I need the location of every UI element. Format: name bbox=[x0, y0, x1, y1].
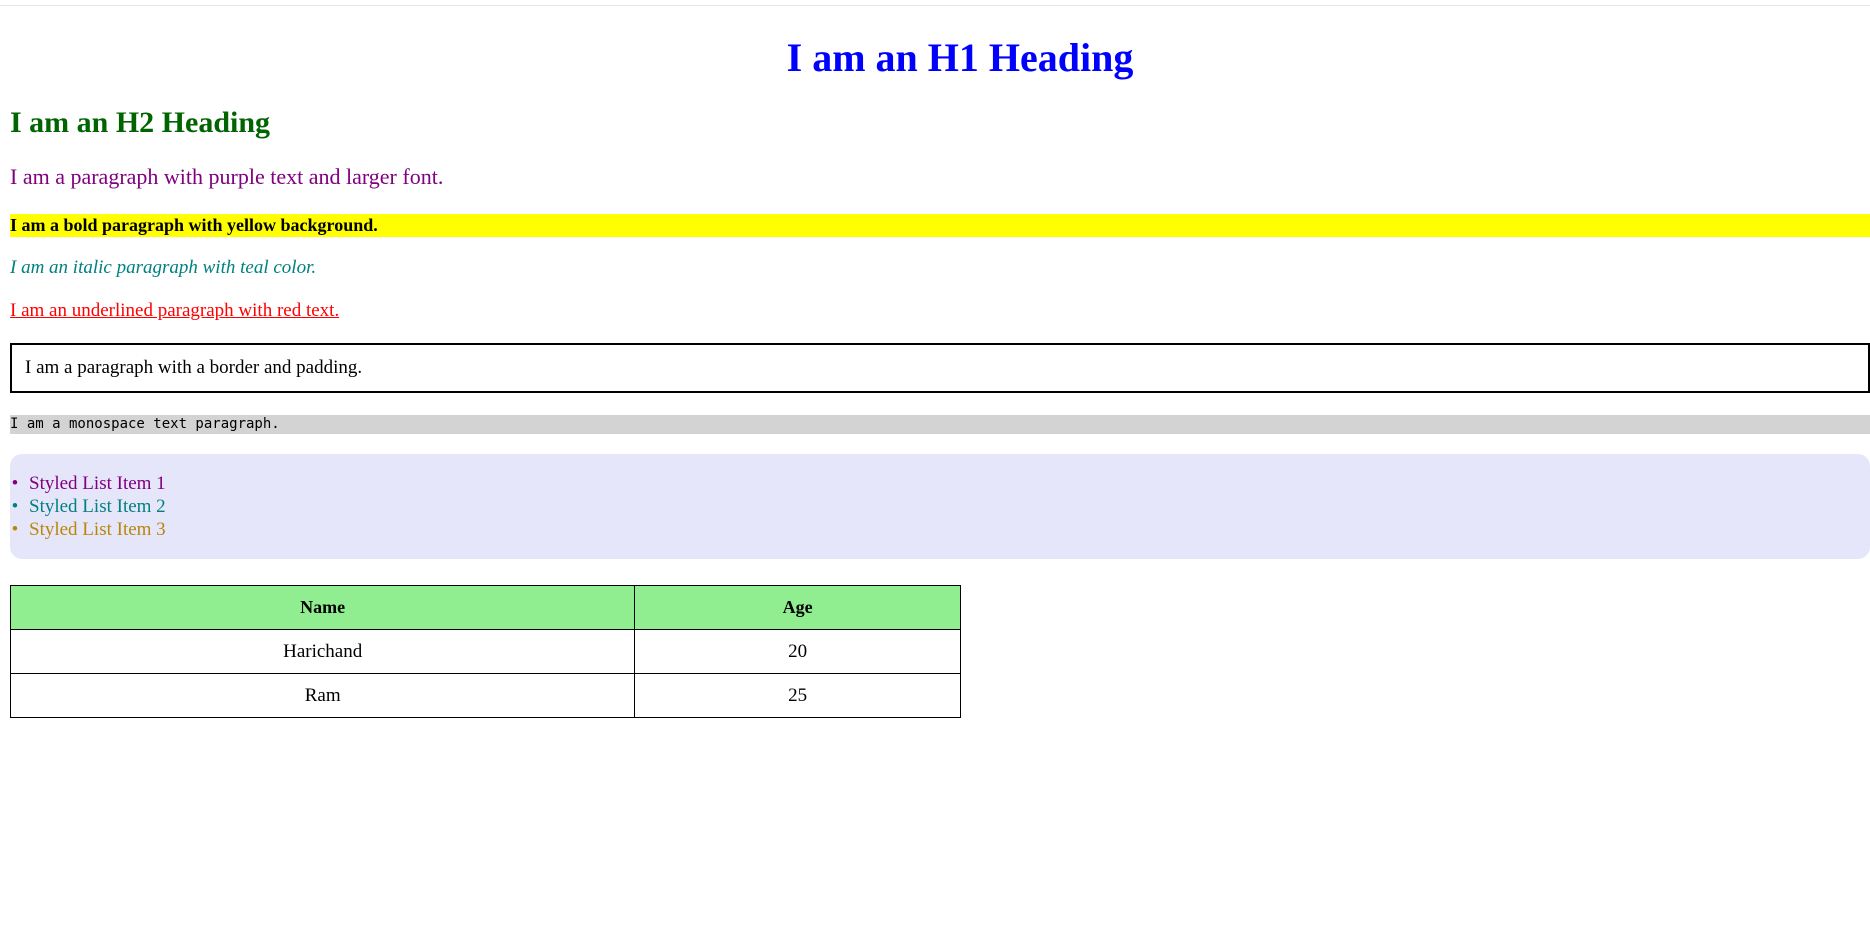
purple-paragraph: I am a paragraph with purple text and la… bbox=[10, 164, 444, 189]
bullet-icon: • bbox=[11, 496, 19, 517]
list-item-label: Styled List Item 1 bbox=[29, 473, 166, 494]
bullet-icon: • bbox=[11, 519, 19, 540]
bold-yellow-paragraph: I am a bold paragraph with yellow backgr… bbox=[10, 214, 1870, 237]
data-table: Name Age Harichand 20 Ram 25 bbox=[9, 585, 961, 718]
monospace-paragraph: I am a monospace text paragraph. bbox=[10, 415, 1870, 434]
bordered-paragraph: I am a paragraph with a border and paddi… bbox=[10, 343, 1870, 393]
column-header-name: Name bbox=[9, 585, 636, 630]
list-item: • Styled List Item 3 bbox=[10, 518, 166, 541]
top-border-line bbox=[0, 5, 1870, 6]
table-header-row: Name Age bbox=[9, 585, 961, 630]
underlined-red-paragraph: I am an underlined paragraph with red te… bbox=[10, 300, 340, 321]
table-cell-age: 25 bbox=[634, 673, 961, 718]
bullet-icon: • bbox=[11, 473, 19, 494]
table-row: Harichand 20 bbox=[9, 629, 961, 674]
h1-heading: I am an H1 Heading bbox=[786, 35, 1134, 80]
h2-heading: I am an H2 Heading bbox=[10, 106, 271, 139]
list-item: • Styled List Item 2 bbox=[10, 495, 166, 518]
styled-list-box: • Styled List Item 1 • Styled List Item … bbox=[10, 454, 1870, 559]
list-item-label: Styled List Item 3 bbox=[29, 519, 166, 540]
table-cell-name: Harichand bbox=[9, 629, 636, 674]
styled-list: • Styled List Item 1 • Styled List Item … bbox=[10, 472, 166, 541]
list-item: • Styled List Item 1 bbox=[10, 472, 166, 495]
italic-teal-paragraph: I am an italic paragraph with teal color… bbox=[10, 257, 317, 278]
table-row: Ram 25 bbox=[9, 673, 961, 718]
column-header-age: Age bbox=[634, 585, 961, 630]
table-cell-age: 20 bbox=[634, 629, 961, 674]
table-cell-name: Ram bbox=[9, 673, 636, 718]
list-item-label: Styled List Item 2 bbox=[29, 496, 166, 517]
